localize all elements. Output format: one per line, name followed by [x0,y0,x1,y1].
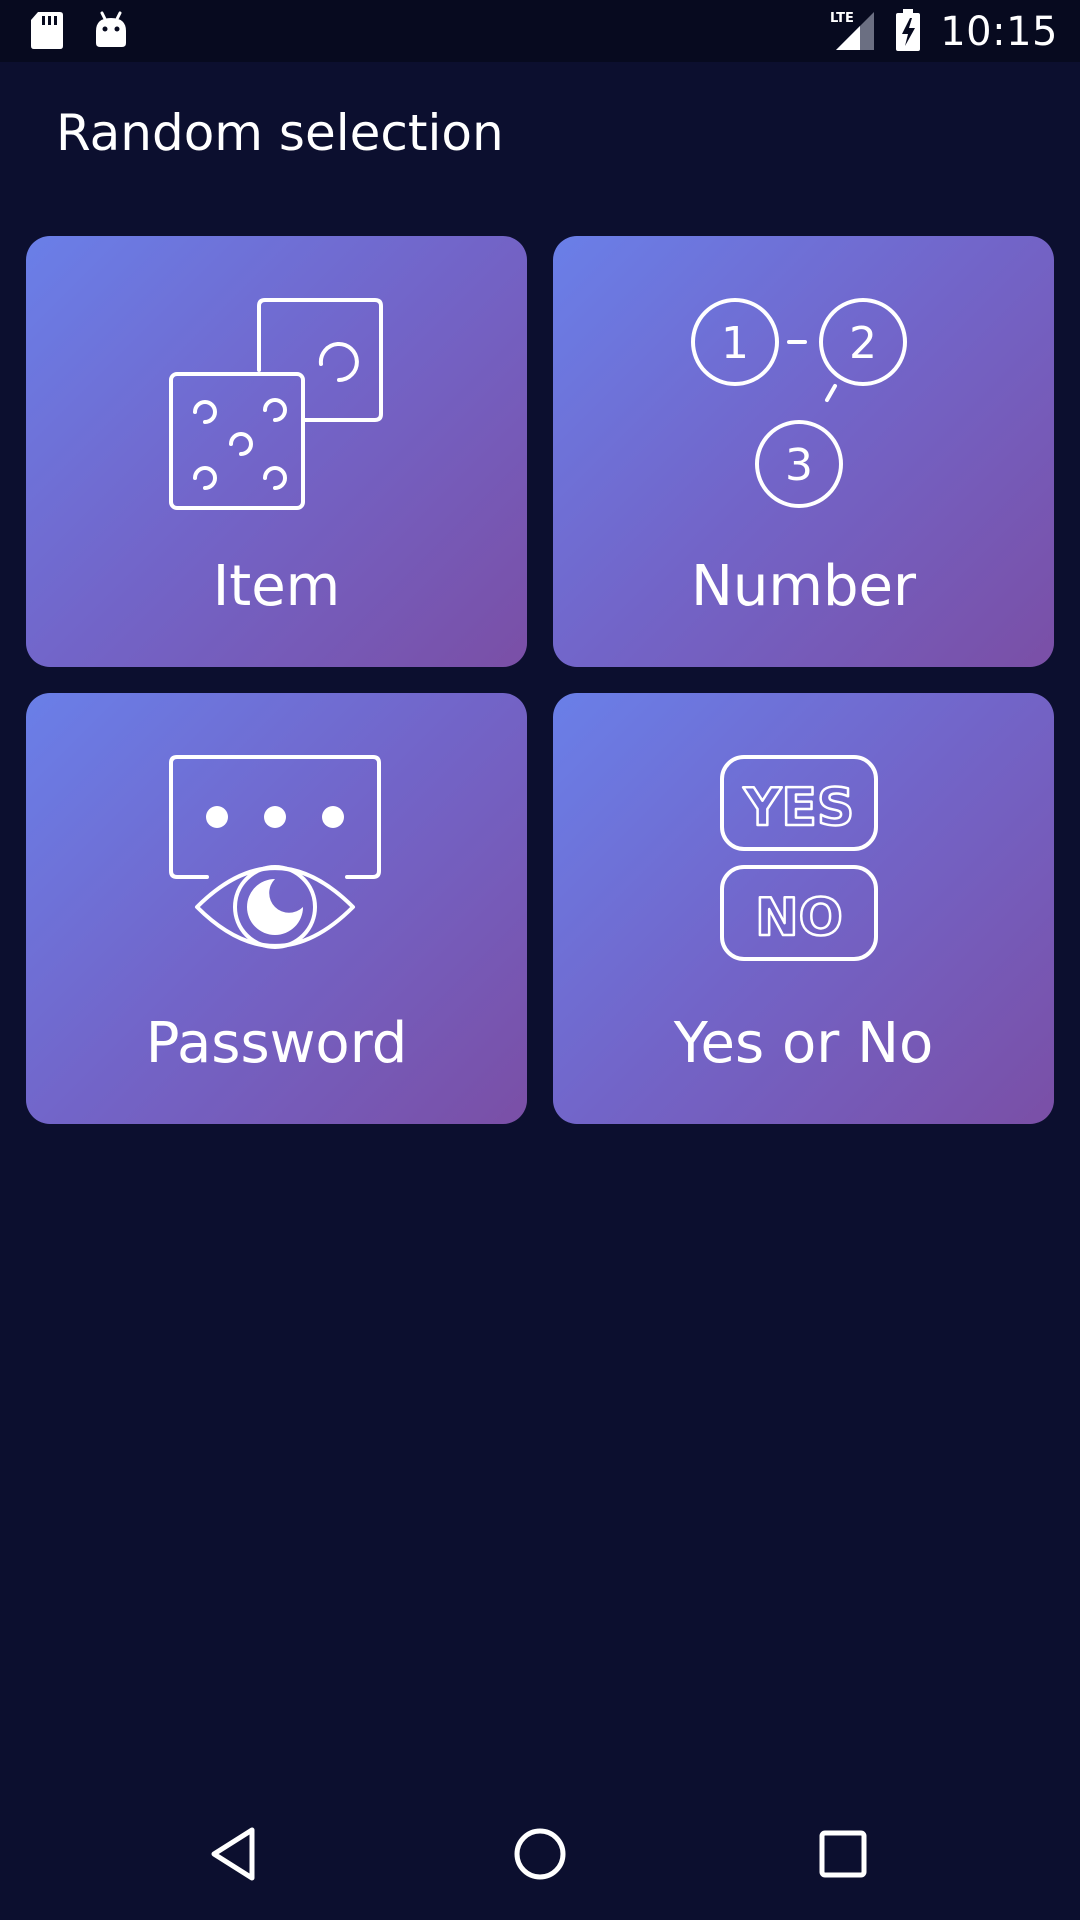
home-button[interactable] [500,1816,580,1896]
battery-charging-icon [894,8,922,56]
item-label: Item [212,554,341,619]
navigation-bar [0,1792,1080,1920]
yes-no-label: Yes or No [673,1011,934,1076]
svg-text:2: 2 [849,318,877,369]
sd-card-icon [30,10,64,54]
number-label: Number [691,554,916,619]
lte-label: LTE [830,11,854,26]
item-tile[interactable]: Item [26,236,527,667]
status-right-icons: LTE 10:15 [828,8,1058,56]
svg-text:1: 1 [721,318,749,369]
back-button[interactable] [196,1816,276,1896]
status-bar: LTE 10:15 [0,0,1080,62]
password-label: Password [145,1011,408,1076]
home-icon [510,1824,570,1888]
lte-signal-icon: LTE [828,8,876,56]
selection-grid: Item 1 2 3 Number Password YES NO Yes or… [26,236,1054,1124]
yes-no-icon: YES NO [553,751,1054,971]
back-icon [206,1824,266,1888]
recents-icon [813,1824,873,1888]
status-time: 10:15 [940,9,1058,55]
password-eye-icon [26,751,527,971]
page-title: Random selection [56,104,504,162]
recents-button[interactable] [803,1816,883,1896]
android-debug-icon [94,11,128,53]
svg-text:3: 3 [785,440,813,491]
status-left-icons [30,10,128,54]
numbered-circles-icon: 1 2 3 [553,294,1054,514]
dice-icon [26,294,527,514]
svg-text:NO: NO [755,888,843,948]
svg-text:YES: YES [742,778,854,838]
password-tile[interactable]: Password [26,693,527,1124]
number-tile[interactable]: 1 2 3 Number [553,236,1054,667]
yes-no-tile[interactable]: YES NO Yes or No [553,693,1054,1124]
